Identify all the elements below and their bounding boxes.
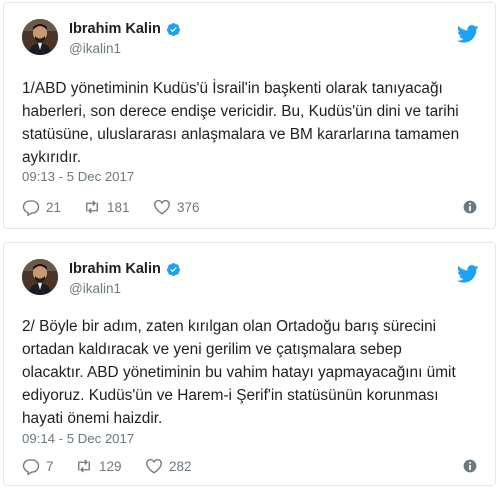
info-icon[interactable] (463, 200, 477, 214)
twitter-bird-icon[interactable] (457, 265, 479, 283)
like-button[interactable]: 282 (145, 455, 192, 477)
tweet-card[interactable]: Ibrahim Kalin @ikalin1 2/ Böyle bir adım… (3, 242, 496, 486)
author-handle[interactable]: @ikalin1 (69, 41, 121, 56)
tweet-actions: 21 181 376 (22, 196, 481, 218)
tweet-text: 1/ABD yönetiminin Kudüs'ü İsrail'in başk… (22, 80, 460, 166)
retweet-icon (78, 459, 90, 473)
like-count: 282 (169, 458, 192, 474)
retweet-count: 181 (107, 199, 130, 215)
retweet-button[interactable]: 181 (83, 196, 130, 218)
tweet-text: 2/ Böyle bir adım, zaten kırılgan olan O… (22, 318, 456, 427)
retweet-button[interactable]: 129 (75, 455, 122, 477)
info-icon[interactable] (463, 459, 477, 473)
retweet-icon (86, 200, 98, 214)
heart-icon (154, 199, 170, 215)
tweet-header: Ibrahim Kalin @ikalin1 (22, 19, 481, 63)
like-count: 376 (177, 199, 200, 215)
tweet-timestamp[interactable]: 09:14 - 5 Dec 2017 (22, 431, 134, 446)
reply-icon (22, 459, 40, 475)
reply-button[interactable]: 21 (22, 196, 61, 218)
heart-icon (146, 458, 162, 474)
reply-icon (22, 200, 40, 216)
reply-button[interactable]: 7 (22, 455, 54, 477)
tweet-card[interactable]: Ibrahim Kalin @ikalin1 1/ABD yönetiminin… (3, 2, 496, 229)
like-button[interactable]: 376 (153, 196, 200, 218)
tweet-header: Ibrahim Kalin @ikalin1 (22, 259, 481, 303)
twitter-bird-icon[interactable] (457, 25, 479, 43)
retweet-count: 129 (99, 458, 122, 474)
author-name[interactable]: Ibrahim Kalin (69, 21, 161, 37)
reply-count: 21 (46, 199, 62, 215)
verified-badge-icon (166, 22, 180, 36)
author-name[interactable]: Ibrahim Kalin (69, 261, 161, 277)
tweet-timestamp[interactable]: 09:13 - 5 Dec 2017 (22, 169, 134, 184)
reply-count: 7 (46, 458, 54, 474)
verified-badge-icon (166, 262, 180, 276)
avatar[interactable] (22, 259, 58, 295)
avatar[interactable] (22, 19, 58, 55)
author-handle[interactable]: @ikalin1 (69, 281, 121, 296)
tweet-actions: 7 129 282 (22, 455, 481, 477)
